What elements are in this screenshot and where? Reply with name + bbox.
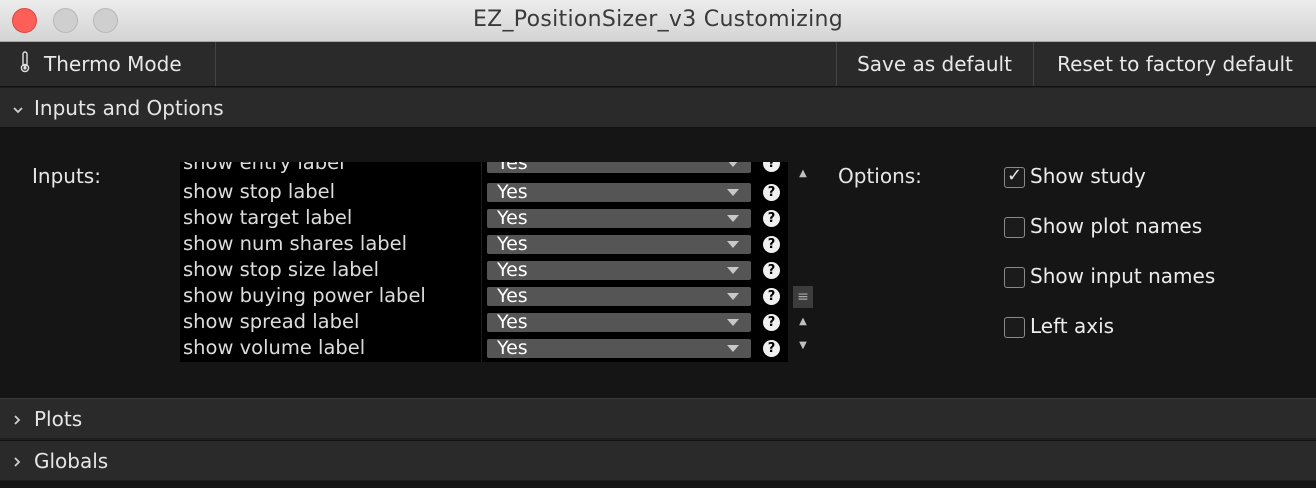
toolbar: Thermo Mode Save as default Reset to fac…: [0, 42, 1316, 87]
input-value-select[interactable]: Yes: [487, 311, 751, 333]
input-value-select[interactable]: Yes: [487, 233, 751, 255]
input-value: Yes: [497, 337, 528, 359]
input-value: Yes: [497, 259, 528, 281]
input-name: show buying power label: [183, 284, 426, 307]
bottom-strip: [0, 481, 1316, 488]
help-icon[interactable]: ?: [763, 184, 780, 201]
chevron-down-icon: [727, 345, 739, 352]
checkbox-box[interactable]: ✓: [1004, 165, 1025, 188]
show-study-label: Show study: [1030, 164, 1146, 188]
input-name: show num shares label: [183, 232, 408, 255]
input-name: show entry label: [183, 162, 345, 174]
input-value-select[interactable]: Yes: [487, 181, 751, 203]
thermo-mode-label: Thermo Mode: [44, 52, 182, 76]
input-value: Yes: [497, 181, 528, 203]
inputs-scrollbar[interactable]: ▲ ≡ ▲ ▼: [789, 162, 816, 362]
section-plots-label: Plots: [34, 407, 83, 431]
section-inputs-and-options-label: Inputs and Options: [34, 96, 224, 120]
input-value-select[interactable]: Yes: [487, 207, 751, 229]
chevron-down-icon: [727, 267, 739, 274]
thermo-mode-button[interactable]: Thermo Mode: [0, 42, 216, 86]
section-inputs-and-options[interactable]: Inputs and Options: [0, 88, 1316, 128]
input-value: Yes: [497, 162, 528, 174]
input-name: show stop label: [183, 180, 336, 203]
help-icon[interactable]: ?: [763, 236, 780, 253]
table-row: show num shares label Yes ?: [180, 231, 788, 257]
checkbox-box[interactable]: [1004, 267, 1025, 288]
chevron-right-icon: [12, 402, 34, 442]
table-row: show volume label Yes ?: [180, 335, 788, 361]
chevron-down-icon: [727, 293, 739, 300]
chevron-down-icon: [727, 162, 739, 167]
input-name: show target label: [183, 206, 353, 229]
help-icon[interactable]: ?: [763, 340, 780, 357]
input-name: show spread label: [183, 310, 360, 333]
checkbox-box[interactable]: [1004, 217, 1025, 238]
inputs-options-panel: Inputs: show entry label Yes ? show stop…: [0, 128, 1316, 398]
help-icon[interactable]: ?: [763, 314, 780, 331]
reset-to-factory-default-button[interactable]: Reset to factory default: [1033, 42, 1316, 86]
chevron-down-icon: [727, 189, 739, 196]
table-row: show stop label Yes ?: [180, 179, 788, 205]
chevron-down-icon: [727, 241, 739, 248]
show-input-names-label: Show input names: [1030, 264, 1216, 288]
table-row: show spread label Yes ?: [180, 309, 788, 335]
input-value: Yes: [497, 285, 528, 307]
scroll-up-icon[interactable]: ▲: [793, 168, 813, 179]
help-icon[interactable]: ?: [763, 288, 780, 305]
chevron-right-icon: [12, 444, 34, 484]
input-name: show volume label: [183, 336, 366, 359]
show-plot-names-label: Show plot names: [1030, 214, 1203, 238]
chevron-down-icon: [12, 91, 34, 131]
options-label: Options:: [838, 164, 922, 188]
thermometer-icon: [18, 44, 32, 88]
section-globals[interactable]: Globals: [0, 440, 1316, 480]
input-value-select[interactable]: Yes: [487, 285, 751, 307]
save-as-default-button[interactable]: Save as default: [836, 42, 1032, 86]
inputs-grid: show entry label Yes ? show stop label Y…: [180, 162, 788, 362]
input-value: Yes: [497, 233, 528, 255]
input-value: Yes: [497, 207, 528, 229]
table-row: show buying power label Yes ?: [180, 283, 788, 309]
section-plots[interactable]: Plots: [0, 398, 1316, 438]
help-icon[interactable]: ?: [763, 210, 780, 227]
checkmark-icon: ✓: [1007, 165, 1023, 186]
inputs-label: Inputs:: [32, 164, 101, 188]
section-globals-label: Globals: [34, 449, 109, 473]
input-value: Yes: [497, 311, 528, 333]
help-icon[interactable]: ?: [763, 262, 780, 279]
chevron-down-icon: [727, 215, 739, 222]
scroll-thumb[interactable]: ≡: [793, 286, 813, 308]
chevron-down-icon: [727, 319, 739, 326]
scroll-up-icon[interactable]: ▲: [793, 316, 813, 327]
title-bar: EZ_PositionSizer_v3 Customizing: [0, 0, 1316, 42]
input-value-select[interactable]: Yes: [487, 337, 751, 359]
table-row: show stop size label Yes ?: [180, 257, 788, 283]
left-axis-label: Left axis: [1030, 314, 1115, 338]
table-row: show entry label Yes ?: [180, 162, 788, 176]
table-row: show target label Yes ?: [180, 205, 788, 231]
scroll-down-icon[interactable]: ▼: [793, 340, 813, 351]
checkbox-box[interactable]: [1004, 317, 1025, 338]
input-value-select[interactable]: Yes: [487, 162, 751, 174]
input-name: show stop size label: [183, 258, 380, 281]
help-icon[interactable]: ?: [763, 162, 780, 172]
input-value-select[interactable]: Yes: [487, 259, 751, 281]
window-title: EZ_PositionSizer_v3 Customizing: [472, 7, 844, 32]
